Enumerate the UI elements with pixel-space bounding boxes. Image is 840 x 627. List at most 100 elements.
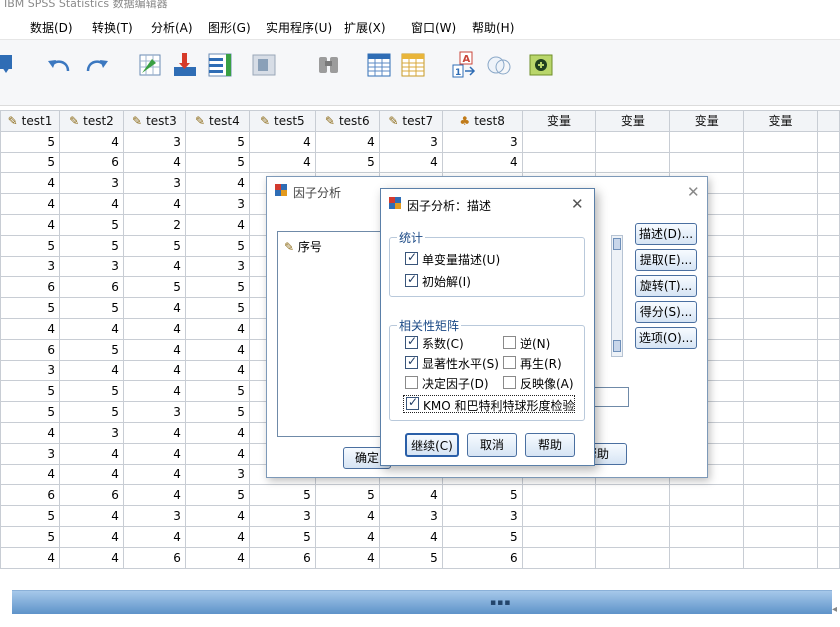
menu-graphs[interactable]: 图形(G) bbox=[208, 19, 251, 36]
table-cell[interactable]: 6 bbox=[0, 484, 60, 507]
table-cell[interactable] bbox=[743, 401, 818, 423]
table-cell[interactable] bbox=[669, 130, 745, 153]
value-labels-icon[interactable] bbox=[484, 49, 514, 81]
variables-icon[interactable] bbox=[206, 49, 236, 81]
table-cell[interactable] bbox=[743, 130, 818, 153]
table-cell[interactable]: 3 bbox=[122, 401, 186, 423]
table-cell[interactable]: 5 bbox=[184, 401, 250, 423]
table-cell[interactable]: 6 bbox=[58, 151, 124, 174]
table-cell[interactable]: 4 bbox=[58, 193, 124, 215]
table-cell[interactable]: 4 bbox=[248, 130, 316, 153]
cancel-button[interactable]: 取消 bbox=[467, 433, 517, 457]
table-cell[interactable]: 4 bbox=[0, 421, 60, 444]
table-cell[interactable] bbox=[743, 505, 818, 527]
table-cell[interactable]: 5 bbox=[58, 213, 124, 236]
table-cell[interactable]: 3 bbox=[378, 130, 443, 153]
column-header-10[interactable]: 变量 bbox=[595, 110, 671, 132]
column-header-6[interactable]: ✎ test6 bbox=[314, 110, 380, 132]
table-cell[interactable] bbox=[595, 546, 671, 569]
table-cell[interactable]: 5 bbox=[122, 276, 186, 299]
redo-icon[interactable] bbox=[82, 49, 112, 81]
table-cell[interactable] bbox=[743, 525, 818, 548]
table-cell[interactable] bbox=[669, 525, 745, 548]
table-cell[interactable] bbox=[595, 484, 671, 507]
save-icon[interactable] bbox=[0, 49, 24, 81]
undo-icon[interactable] bbox=[44, 49, 74, 81]
table-cell[interactable] bbox=[743, 172, 818, 195]
column-header-1[interactable]: ✎ test1 bbox=[0, 110, 60, 132]
table-cell[interactable]: 4 bbox=[58, 546, 124, 569]
table-cell[interactable]: 5 bbox=[58, 380, 124, 403]
table-cell[interactable]: 4 bbox=[314, 130, 380, 153]
table-cell[interactable]: 5 bbox=[184, 234, 250, 257]
table-cell[interactable]: 4 bbox=[122, 317, 186, 340]
table-cell[interactable]: 4 bbox=[184, 359, 250, 382]
table-cell[interactable]: 4 bbox=[314, 525, 380, 548]
table-cell[interactable] bbox=[521, 505, 597, 527]
table-cell[interactable]: 5 bbox=[0, 151, 60, 174]
table-cell[interactable]: 4 bbox=[184, 421, 250, 444]
column-header-7[interactable]: ✎ test7 bbox=[378, 110, 443, 132]
table-cell[interactable]: 5 bbox=[314, 484, 380, 507]
table-cell[interactable]: 3 bbox=[122, 130, 186, 153]
table-cell[interactable]: 4 bbox=[58, 505, 124, 527]
table-cell[interactable]: 2 bbox=[122, 213, 186, 236]
table-cell[interactable]: 4 bbox=[314, 505, 380, 527]
table-cell[interactable]: 4 bbox=[58, 442, 124, 465]
table-cell[interactable]: 3 bbox=[58, 421, 124, 444]
table-cell[interactable]: 4 bbox=[248, 151, 316, 174]
table-cell[interactable]: 4 bbox=[184, 546, 250, 569]
variable-source-list[interactable]: ✎ 序号 bbox=[277, 231, 387, 437]
table-cell[interactable]: 4 bbox=[122, 297, 186, 319]
horizontal-scrollbar[interactable]: ▪▪▪ bbox=[12, 590, 832, 614]
table-cell[interactable] bbox=[743, 484, 818, 507]
table-cell[interactable]: 5 bbox=[184, 484, 250, 507]
table-cell[interactable]: 5 bbox=[58, 297, 124, 319]
table-cell[interactable]: 5 bbox=[0, 130, 60, 153]
table-cell[interactable]: 4 bbox=[0, 463, 60, 486]
table-cell[interactable]: 5 bbox=[184, 130, 250, 153]
column-header-9[interactable]: 变量 bbox=[521, 110, 597, 132]
table-cell[interactable] bbox=[521, 484, 597, 507]
table-cell[interactable]: 4 bbox=[58, 317, 124, 340]
table-cell[interactable]: 4 bbox=[122, 151, 186, 174]
table-cell[interactable]: 4 bbox=[0, 193, 60, 215]
table-cell[interactable]: 3 bbox=[58, 172, 124, 195]
table-cell[interactable] bbox=[743, 463, 818, 486]
table-cell[interactable]: 4 bbox=[58, 525, 124, 548]
table-cell[interactable]: 6 bbox=[58, 484, 124, 507]
table-cell[interactable]: 4 bbox=[0, 172, 60, 195]
table-cell[interactable] bbox=[743, 193, 818, 215]
table-cell[interactable]: 6 bbox=[248, 546, 316, 569]
table-cell[interactable]: 3 bbox=[184, 255, 250, 278]
options-button[interactable]: 选项(O)... bbox=[635, 327, 697, 349]
resize-grip-icon[interactable]: ◂ bbox=[832, 604, 837, 615]
table-cell[interactable]: 4 bbox=[0, 213, 60, 236]
table-cell[interactable]: 5 bbox=[184, 151, 250, 174]
table-cell[interactable]: 3 bbox=[0, 255, 60, 278]
table-cell[interactable]: 4 bbox=[184, 505, 250, 527]
use-sets-icon[interactable] bbox=[526, 49, 556, 81]
table-cell[interactable] bbox=[669, 505, 745, 527]
table-cell[interactable]: 4 bbox=[58, 359, 124, 382]
column-header-5[interactable]: ✎ test5 bbox=[248, 110, 316, 132]
descriptives-button[interactable]: 描述(D)... bbox=[635, 223, 697, 245]
table-cell[interactable]: 4 bbox=[122, 525, 186, 548]
table-cell[interactable]: 4 bbox=[122, 338, 186, 361]
table-cell[interactable] bbox=[743, 255, 818, 278]
column-header-11[interactable]: 变量 bbox=[669, 110, 745, 132]
table-cell[interactable]: 4 bbox=[184, 442, 250, 465]
table-cell[interactable]: 5 bbox=[122, 234, 186, 257]
table-cell[interactable]: 5 bbox=[314, 151, 380, 174]
table-cell[interactable]: 6 bbox=[122, 546, 186, 569]
table-cell[interactable] bbox=[669, 151, 745, 174]
column-header-3[interactable]: ✎ test3 bbox=[122, 110, 186, 132]
table-cell[interactable]: 3 bbox=[184, 193, 250, 215]
goto-case-icon[interactable] bbox=[136, 49, 166, 81]
table-cell[interactable]: 5 bbox=[184, 380, 250, 403]
table-cell[interactable]: 5 bbox=[184, 276, 250, 299]
table-cell[interactable] bbox=[669, 484, 745, 507]
table-cell[interactable]: 5 bbox=[0, 505, 60, 527]
table-cell[interactable]: 3 bbox=[184, 463, 250, 486]
table-cell[interactable] bbox=[669, 546, 745, 569]
